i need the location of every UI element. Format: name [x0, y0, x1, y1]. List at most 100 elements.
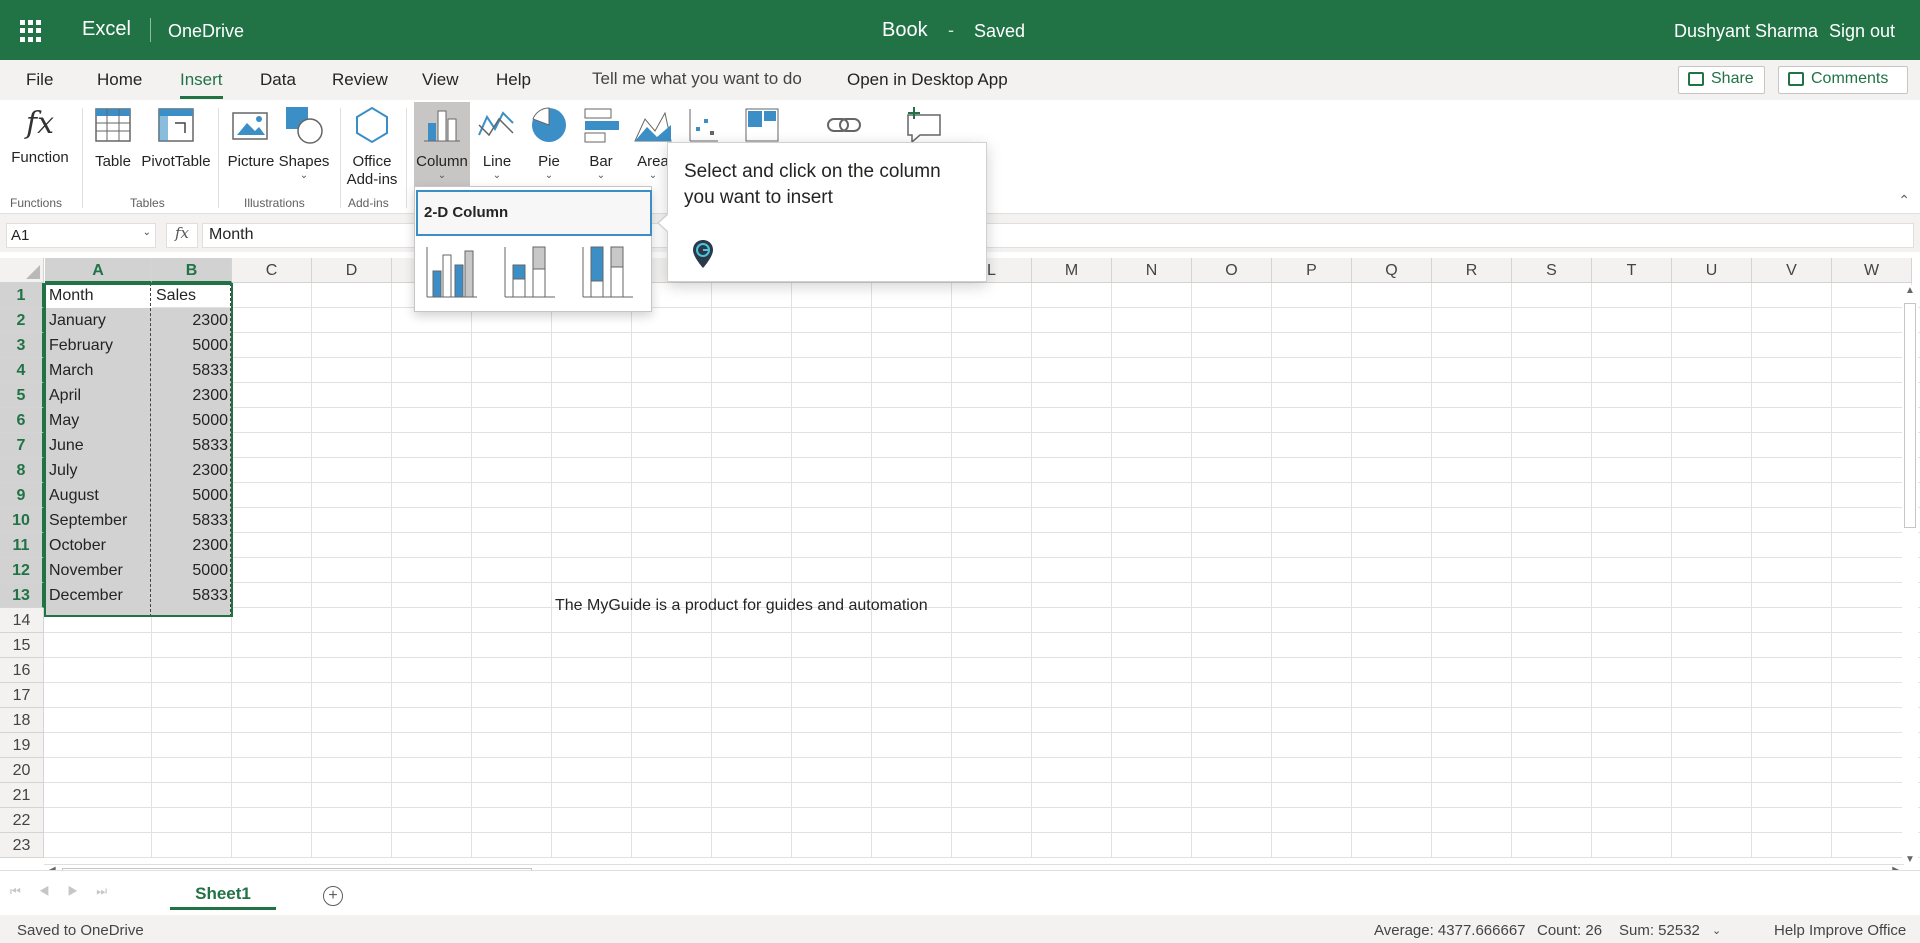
column-header-t[interactable]: T — [1592, 258, 1672, 283]
vertical-scroll-thumb[interactable] — [1904, 303, 1916, 528]
status-sum[interactable]: Sum: 52532 — [1619, 922, 1700, 939]
grid-row-line — [44, 682, 1920, 683]
document-title[interactable]: Book — [882, 19, 928, 42]
row-header-9[interactable]: 9 — [0, 483, 44, 508]
chevron-down-icon[interactable]: ⌄ — [143, 227, 151, 238]
tab-insert[interactable]: Insert — [180, 70, 223, 99]
column-chart-dropdown: 2-D Column — [414, 186, 652, 312]
insert-function-button[interactable]: fx — [166, 223, 198, 248]
status-count[interactable]: Count: 26 — [1537, 922, 1602, 939]
function-button[interactable]: fx Function — [8, 105, 72, 167]
row-header-3[interactable]: 3 — [0, 333, 44, 358]
grid-row-line — [44, 532, 1920, 533]
row-header-4[interactable]: 4 — [0, 358, 44, 383]
row-header-10[interactable]: 10 — [0, 508, 44, 533]
sheet-tab-sheet1[interactable]: Sheet1 — [170, 880, 276, 910]
row-header-14[interactable]: 14 — [0, 608, 44, 633]
table-button[interactable]: Table — [90, 105, 136, 171]
row-header-6[interactable]: 6 — [0, 408, 44, 433]
picture-label: Picture — [227, 153, 275, 170]
row-header-17[interactable]: 17 — [0, 683, 44, 708]
select-all-corner[interactable] — [0, 258, 44, 283]
stacked-column-option[interactable] — [501, 243, 557, 301]
grid-row-line — [44, 657, 1920, 658]
row-header-8[interactable]: 8 — [0, 458, 44, 483]
column-header-d[interactable]: D — [312, 258, 392, 283]
clustered-column-option[interactable] — [423, 243, 479, 301]
add-sheet-icon[interactable]: + — [323, 886, 343, 906]
row-header-21[interactable]: 21 — [0, 783, 44, 808]
tab-view[interactable]: View — [422, 70, 459, 90]
grid-column-line — [791, 283, 792, 858]
column-header-s[interactable]: S — [1512, 258, 1592, 283]
grid-column-line — [471, 283, 472, 858]
column-header-n[interactable]: N — [1112, 258, 1192, 283]
row-header-12[interactable]: 12 — [0, 558, 44, 583]
row-header-19[interactable]: 19 — [0, 733, 44, 758]
row-header-2[interactable]: 2 — [0, 308, 44, 333]
open-in-desktop-app[interactable]: Open in Desktop App — [847, 70, 1008, 90]
column-header-r[interactable]: R — [1432, 258, 1512, 283]
grid-column-line — [1191, 283, 1192, 858]
name-box[interactable]: A1 ⌄ — [6, 223, 156, 248]
column-header-p[interactable]: P — [1272, 258, 1352, 283]
chevron-down-icon: ⌄ — [437, 170, 447, 181]
comments-button[interactable]: Comments — [1778, 66, 1908, 94]
row-header-13[interactable]: 13 — [0, 583, 44, 608]
line-chart-button[interactable]: Line ⌄ — [474, 105, 520, 181]
onedrive-link[interactable]: OneDrive — [168, 21, 244, 42]
user-name[interactable]: Dushyant Sharma — [1674, 21, 1818, 42]
tab-file[interactable]: File — [26, 70, 53, 90]
status-average[interactable]: Average: 4377.666667 — [1374, 922, 1526, 939]
office-addins-button[interactable]: Office Add-ins — [346, 105, 398, 189]
column-header-w[interactable]: W — [1832, 258, 1912, 283]
column-header-o[interactable]: O — [1192, 258, 1272, 283]
tab-help[interactable]: Help — [496, 70, 531, 90]
row-header-18[interactable]: 18 — [0, 708, 44, 733]
row-header-15[interactable]: 15 — [0, 633, 44, 658]
area-chart-icon — [634, 111, 672, 142]
shapes-button[interactable]: Shapes ⌄ — [278, 105, 330, 181]
bar-chart-button[interactable]: Bar ⌄ — [578, 105, 624, 181]
chevron-down-icon[interactable]: ⌄ — [1712, 924, 1721, 937]
row-header-16[interactable]: 16 — [0, 658, 44, 683]
row-header-1[interactable]: 1 — [0, 283, 44, 308]
row-header-5[interactable]: 5 — [0, 383, 44, 408]
share-button[interactable]: Share — [1678, 66, 1765, 94]
column-header-b[interactable]: B — [152, 258, 232, 283]
row-header-7[interactable]: 7 — [0, 433, 44, 458]
vertical-scrollbar[interactable]: ▲ ▼ — [1902, 285, 1918, 865]
column-header-m[interactable]: M — [1032, 258, 1112, 283]
app-name[interactable]: Excel — [82, 18, 131, 41]
sheet-nav-buttons[interactable]: ⏮◀▶⏭ — [10, 884, 125, 899]
column-header-u[interactable]: U — [1672, 258, 1752, 283]
column-header-c[interactable]: C — [232, 258, 312, 283]
app-launcher-icon[interactable] — [20, 20, 42, 42]
scroll-up-icon[interactable]: ▲ — [1905, 285, 1915, 296]
function-label: Function — [11, 149, 69, 166]
100-stacked-column-option[interactable] — [579, 243, 635, 301]
myguide-pin-icon[interactable] — [692, 239, 714, 269]
column-header-v[interactable]: V — [1752, 258, 1832, 283]
tab-review[interactable]: Review — [332, 70, 388, 90]
row-header-22[interactable]: 22 — [0, 808, 44, 833]
column-chart-button[interactable]: Column ⌄ — [414, 102, 470, 186]
scroll-down-icon[interactable]: ▼ — [1905, 854, 1915, 865]
pivottable-button[interactable]: PivotTable — [140, 105, 212, 171]
worksheet-grid[interactable]: ABCDEFGHIJKLMNOPQRSTUVW 1234567891011121… — [0, 258, 1920, 858]
tab-home[interactable]: Home — [97, 70, 142, 90]
row-header-11[interactable]: 11 — [0, 533, 44, 558]
sign-out-link[interactable]: Sign out — [1829, 21, 1895, 42]
tell-me-search[interactable]: Tell me what you want to do — [592, 69, 802, 89]
tab-data[interactable]: Data — [260, 70, 296, 90]
help-improve-office-link[interactable]: Help Improve Office — [1774, 922, 1906, 939]
guide-note-cell[interactable]: The MyGuide is a product for guides and … — [555, 597, 928, 615]
picture-button[interactable]: Picture — [226, 105, 276, 171]
group-tables: Tables — [130, 196, 165, 210]
column-header-q[interactable]: Q — [1352, 258, 1432, 283]
column-header-a[interactable]: A — [45, 258, 152, 283]
row-header-20[interactable]: 20 — [0, 758, 44, 783]
row-header-23[interactable]: 23 — [0, 833, 44, 858]
pie-chart-button[interactable]: Pie ⌄ — [526, 105, 572, 181]
collapse-ribbon-icon[interactable]: ⌃ — [1898, 192, 1910, 209]
